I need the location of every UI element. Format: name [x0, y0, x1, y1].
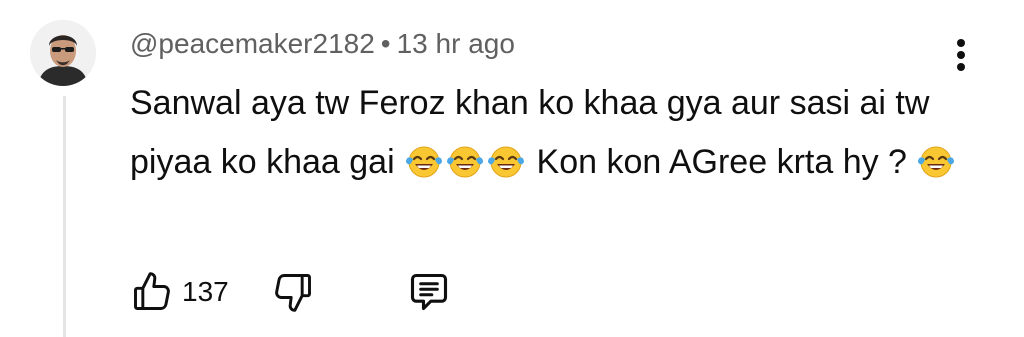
comment-reply-icon — [410, 273, 447, 311]
comment-text-part-2: Kon kon AGree krta hy ? — [527, 143, 917, 181]
thumbs-up-icon — [134, 272, 170, 310]
reply-thread-line — [63, 96, 66, 337]
comment-header: @peacemaker2182 • 13 hr ago — [130, 26, 515, 62]
tears-of-joy-emoji-icon — [404, 140, 444, 199]
tears-of-joy-emoji-icon — [916, 140, 956, 199]
avatar[interactable] — [30, 20, 96, 86]
tears-of-joy-emoji-icon — [445, 140, 485, 199]
like-count: 137 — [182, 276, 229, 307]
meta-separator: • — [380, 28, 391, 59]
more-options-button[interactable] — [944, 34, 978, 76]
kebab-menu-icon — [957, 39, 965, 71]
tears-of-joy-emoji-icon — [486, 140, 526, 199]
reply-button[interactable] — [407, 270, 451, 314]
thumbs-down-icon — [274, 274, 311, 312]
comment-actions: 137 — [130, 268, 451, 316]
timestamp: 13 hr ago — [396, 28, 515, 59]
like-button[interactable]: 137 — [130, 270, 229, 314]
comment-text: Sanwal aya tw Feroz khan ko khaa gya aur… — [130, 74, 990, 199]
avatar-image — [30, 20, 96, 86]
username[interactable]: @peacemaker2182 — [130, 28, 375, 59]
dislike-button[interactable] — [271, 270, 315, 314]
